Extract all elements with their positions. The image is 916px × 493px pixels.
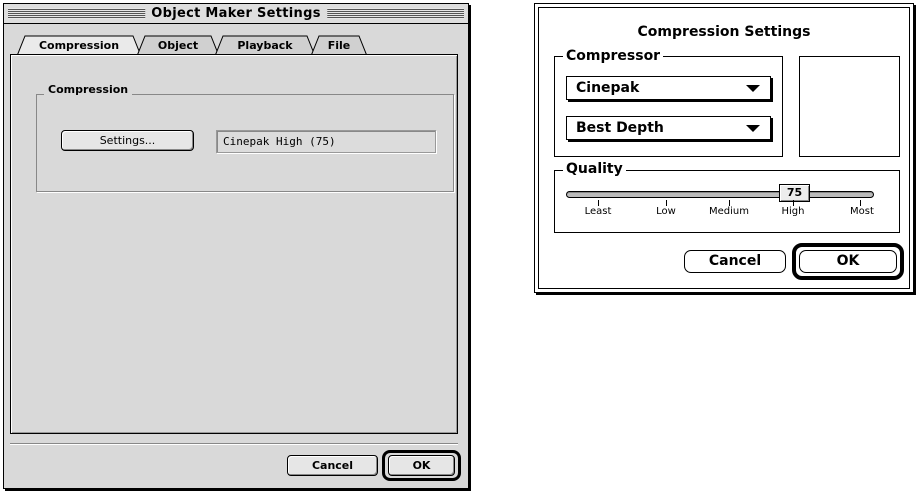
depth-popup[interactable]: Best Depth [566,116,771,140]
dropdown-arrow-icon [746,125,760,132]
tab-label: File [327,39,351,52]
footer-divider [10,443,458,445]
tab-playback[interactable]: Playback [215,35,315,56]
tab-compression[interactable]: Compression [17,35,141,56]
tab-label: Playback [237,39,293,52]
compressor-group-label: Compressor [563,48,664,64]
tick-label-medium: Medium [709,206,749,217]
tab-object[interactable]: Object [137,35,219,56]
tick-label-least: Least [584,206,612,217]
dropdown-arrow-icon [746,85,760,92]
dialog-ok-button[interactable]: OK [799,250,897,273]
compression-value-display: Cinepak High (75) [216,130,436,153]
quality-slider-thumb[interactable]: 75 [779,184,810,202]
tab-label: Object [157,39,199,52]
depth-value: Best Depth [576,120,664,136]
quality-group-label: Quality [563,161,626,177]
cancel-button[interactable]: Cancel [287,455,378,476]
window-title-bar[interactable]: Object Maker Settings [4,4,468,24]
tick-label-low: Low [656,206,676,217]
codec-value: Cinepak [576,80,640,96]
preview-box [799,56,900,157]
tick-label-most: Most [850,206,874,217]
dialog-cancel-button[interactable]: Cancel [684,250,786,273]
tick-label-high: High [781,206,805,217]
quality-group-box [554,170,900,233]
tab-label: Compression [38,39,120,52]
quality-slider-track[interactable] [566,191,874,198]
dialog-title: Compression Settings [637,24,811,40]
codec-popup[interactable]: Cinepak [566,76,771,100]
compressor-group-box [554,56,783,157]
tab-file[interactable]: File [311,35,367,56]
window-title: Object Maker Settings [145,5,327,22]
compression-group-label: Compression [44,83,133,97]
ok-button[interactable]: OK [388,455,455,476]
settings-button[interactable]: Settings... [61,130,194,151]
